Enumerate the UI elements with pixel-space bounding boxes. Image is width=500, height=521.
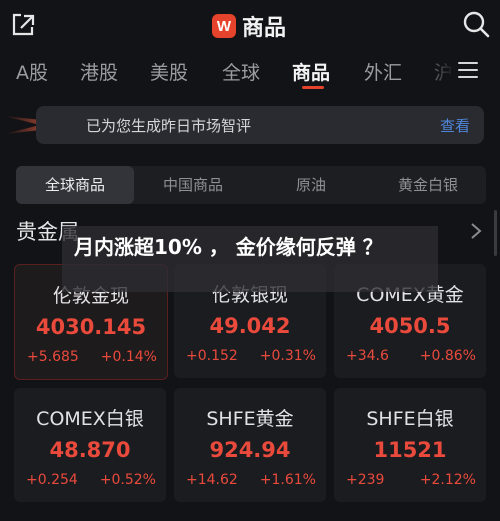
quote-percent: +1.61%: [259, 472, 316, 488]
tab-hk-stocks[interactable]: 港股: [80, 58, 118, 85]
segment-crude-oil[interactable]: 原油: [252, 166, 370, 204]
quote-name: COMEX白银: [36, 408, 144, 430]
segment-gold-silver[interactable]: 黄金白银: [370, 166, 486, 204]
quote-change: +0.254: [26, 472, 78, 488]
quote-name: SHFE白银: [366, 408, 454, 430]
top-bar: W 商品: [0, 0, 500, 52]
news-headline[interactable]: 月内涨超10% ， 金价缘何反弹 ？: [74, 234, 414, 260]
segment-global-commodities[interactable]: 全球商品: [16, 166, 134, 204]
quote-price: 48.870: [49, 438, 131, 462]
chevron-right-icon[interactable]: [470, 222, 482, 240]
search-icon[interactable]: [462, 10, 490, 38]
app-logo: W: [212, 14, 236, 38]
quote-change: +5.685: [27, 349, 79, 365]
tab-forex[interactable]: 外汇: [364, 58, 402, 85]
quote-price: 11521: [373, 438, 447, 462]
tab-commodities[interactable]: 商品: [292, 58, 330, 85]
category-segments: 全球商品 中国商品 原油 黄金白银: [16, 166, 486, 204]
ai-review-banner[interactable]: 已为您生成昨日市场智评 查看: [36, 106, 484, 144]
view-link[interactable]: 查看: [440, 115, 470, 136]
quote-price: 924.94: [209, 438, 291, 462]
quote-card[interactable]: SHFE白银 11521 +239 +2.12%: [334, 388, 486, 502]
quote-change: +14.62: [186, 472, 238, 488]
quote-change: +0.152: [186, 348, 238, 364]
market-tabs: A股 港股 美股 全球 商品 外汇 沪: [0, 52, 500, 92]
menu-icon[interactable]: [458, 62, 478, 80]
page-title: 商品: [242, 16, 287, 41]
scrollbar[interactable]: [494, 210, 497, 256]
share-icon[interactable]: [10, 12, 36, 38]
quote-percent: +0.31%: [259, 348, 316, 364]
quote-percent: +0.52%: [99, 472, 156, 488]
quote-change: +239: [346, 472, 385, 488]
segment-china-commodities[interactable]: 中国商品: [134, 166, 252, 204]
quote-price: 4050.5: [369, 314, 451, 338]
tab-a-shares[interactable]: A股: [16, 58, 48, 85]
quote-percent: +0.86%: [419, 348, 476, 364]
quote-price: 4030.145: [35, 315, 147, 339]
quote-percent: +0.14%: [100, 349, 157, 365]
quote-change: +34.6: [346, 348, 389, 364]
active-tab-indicator: [302, 86, 324, 89]
banner-text: 已为您生成昨日市场智评: [86, 117, 252, 135]
tab-us-stocks[interactable]: 美股: [150, 58, 188, 85]
quote-name: SHFE黄金: [206, 408, 294, 430]
app-brand: W 商品: [212, 10, 286, 42]
quote-percent: +2.12%: [419, 472, 476, 488]
quote-price: 49.042: [209, 314, 291, 338]
tab-global[interactable]: 全球: [222, 58, 260, 85]
quote-card[interactable]: COMEX白银 48.870 +0.254 +0.52%: [14, 388, 166, 502]
quote-card[interactable]: SHFE黄金 924.94 +14.62 +1.61%: [174, 388, 326, 502]
